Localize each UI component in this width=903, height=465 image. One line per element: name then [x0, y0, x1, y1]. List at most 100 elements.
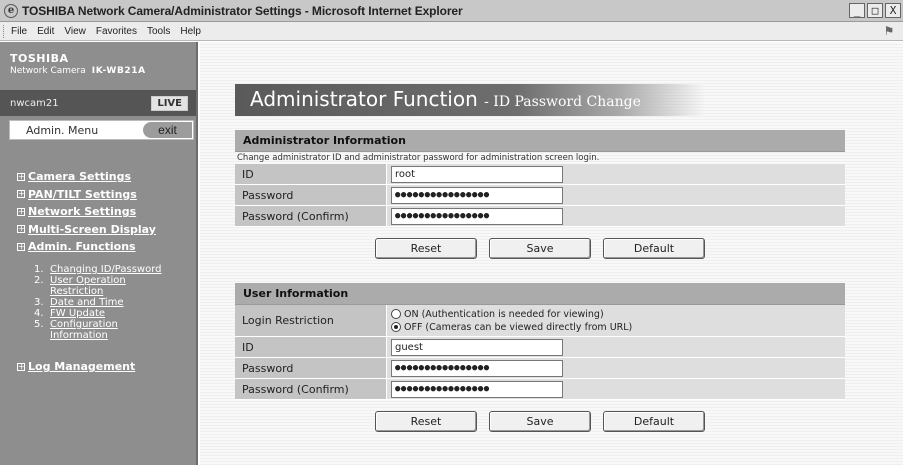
nav-label: Multi-Screen Display: [28, 222, 156, 236]
menu-file[interactable]: File: [11, 26, 27, 37]
radio-on[interactable]: [391, 309, 401, 319]
admin-info-section: Administrator Information Change adminis…: [235, 130, 845, 259]
subnav-user-operation-restriction-cont[interactable]: Restriction: [34, 286, 162, 297]
login-off-option[interactable]: OFF (Cameras can be viewed directly from…: [391, 321, 632, 334]
expand-icon: +: [17, 241, 25, 251]
admin-password-confirm-row: Password (Confirm) ●●●●●●●●●●●●●●●●: [235, 206, 845, 227]
login-restriction-label: Login Restriction: [235, 305, 387, 336]
menu-view[interactable]: View: [64, 26, 86, 37]
user-save-button[interactable]: Save: [489, 411, 591, 432]
menu-favorites[interactable]: Favorites: [96, 26, 137, 37]
main-content: Administrator Function - ID Password Cha…: [200, 42, 903, 465]
exit-button[interactable]: exit: [143, 122, 192, 138]
expand-icon: +: [17, 361, 25, 371]
admin-button-row: Reset Save Default: [235, 238, 845, 259]
nav-multi-screen-display[interactable]: + Multi-Screen Display: [17, 221, 156, 239]
user-reset-button[interactable]: Reset: [375, 411, 477, 432]
user-button-row: Reset Save Default: [235, 411, 845, 432]
user-password-confirm-label: Password (Confirm): [235, 379, 387, 399]
nav-label: Log Management: [28, 360, 136, 374]
nav-log-management-wrap: + Log Management: [17, 358, 135, 376]
ie-logo-icon: e: [4, 3, 18, 18]
brand: TOSHIBA Network Camera IK-WB21A: [0, 42, 196, 76]
page-header: Administrator Function - ID Password Cha…: [235, 84, 705, 116]
admin-id-input[interactable]: root: [391, 165, 563, 183]
user-id-input[interactable]: guest: [391, 338, 563, 356]
user-info-heading: User Information: [235, 283, 845, 305]
nav-admin-functions[interactable]: + Admin. Functions: [17, 238, 156, 256]
admin-id-row: ID root: [235, 164, 845, 185]
windows-flag-icon: ⚑: [883, 24, 895, 38]
radio-off-selected[interactable]: [391, 322, 401, 332]
admin-password-row: Password ●●●●●●●●●●●●●●●●: [235, 185, 845, 206]
subnav-user-operation-restriction[interactable]: 2. User Operation: [34, 275, 162, 286]
admin-password-confirm-input[interactable]: ●●●●●●●●●●●●●●●●: [391, 207, 563, 225]
admin-subnav: 1. Changing ID/Password 2. User Operation …: [34, 264, 162, 341]
minimize-button[interactable]: _: [849, 3, 865, 18]
nav-list: + Camera Settings + PAN/TILT Settings + Net…: [17, 168, 156, 256]
nav-label: Camera Settings: [28, 170, 132, 184]
close-button[interactable]: X: [885, 3, 901, 18]
model-info: Network Camera IK-WB21A: [10, 66, 196, 76]
toolbar-grip[interactable]: [3, 24, 6, 38]
window-title: TOSHIBA Network Camera/Administrator Set…: [22, 3, 463, 18]
admin-password-confirm-label: Password (Confirm): [235, 206, 387, 226]
nav-label: PAN/TILT Settings: [28, 187, 137, 201]
user-id-label: ID: [235, 337, 387, 357]
nav-log-management[interactable]: + Log Management: [17, 358, 135, 376]
subnav-fw-update[interactable]: 4. FW Update: [34, 308, 162, 319]
nav-network-settings[interactable]: + Network Settings: [17, 203, 156, 221]
admin-reset-button[interactable]: Reset: [375, 238, 477, 259]
user-info-section: User Information Login Restriction ON (A…: [235, 283, 845, 432]
page-title-main: Administrator Function: [250, 87, 478, 111]
expand-icon: +: [17, 224, 25, 234]
login-off-label: OFF (Cameras can be viewed directly from…: [404, 321, 633, 333]
expand-icon: +: [17, 189, 25, 199]
admin-menu-label: Admin. Menu: [26, 123, 99, 137]
model-number: IK-WB21A: [91, 66, 146, 76]
subnav-date-and-time[interactable]: 3. Date and Time: [34, 297, 162, 308]
user-password-input[interactable]: ●●●●●●●●●●●●●●●●: [391, 359, 563, 377]
page-title: Administrator Function - ID Password Cha…: [250, 87, 641, 111]
subnav-configuration-information[interactable]: 5. Configuration: [34, 319, 162, 330]
nav-label: Admin. Functions: [28, 240, 136, 254]
camera-row: nwcam21 LIVE: [0, 90, 196, 116]
user-default-button[interactable]: Default: [603, 411, 705, 432]
user-password-confirm-input[interactable]: ●●●●●●●●●●●●●●●●: [391, 380, 563, 398]
user-password-confirm-row: Password (Confirm) ●●●●●●●●●●●●●●●●: [235, 379, 845, 400]
page-subtitle: - ID Password Change: [484, 94, 641, 110]
admin-save-button[interactable]: Save: [489, 238, 591, 259]
menu-tools[interactable]: Tools: [147, 26, 170, 37]
login-on-label: ON (Authentication is needed for viewing…: [404, 308, 604, 320]
admin-menu-bar: Admin. Menu exit: [9, 120, 194, 140]
admin-password-input[interactable]: ●●●●●●●●●●●●●●●●: [391, 186, 563, 204]
subnav-changing-id-password[interactable]: 1. Changing ID/Password: [34, 264, 162, 275]
admin-info-description: Change administrator ID and administrato…: [237, 153, 600, 163]
user-password-label: Password: [235, 358, 387, 378]
maximize-button[interactable]: □: [867, 3, 883, 18]
admin-password-label: Password: [235, 185, 387, 205]
window-controls: _ □ X: [849, 3, 901, 18]
expand-icon: +: [17, 171, 25, 181]
window-titlebar: e TOSHIBA Network Camera/Administrator S…: [0, 0, 903, 22]
login-restriction-row: Login Restriction ON (Authentication is …: [235, 305, 845, 337]
subnav-configuration-information-cont[interactable]: Information: [34, 330, 162, 341]
admin-id-label: ID: [235, 164, 387, 184]
company-name: TOSHIBA: [10, 52, 69, 65]
camera-name: nwcam21: [10, 97, 59, 109]
admin-info-heading: Administrator Information: [235, 130, 845, 152]
expand-icon: +: [17, 206, 25, 216]
admin-default-button[interactable]: Default: [603, 238, 705, 259]
login-on-option[interactable]: ON (Authentication is needed for viewing…: [391, 308, 604, 321]
sidebar: TOSHIBA Network Camera IK-WB21A nwcam21 L…: [0, 42, 198, 465]
nav-camera-settings[interactable]: + Camera Settings: [17, 168, 156, 186]
menu-help[interactable]: Help: [180, 26, 201, 37]
model-label: Network Camera: [10, 66, 86, 76]
menu-bar: File Edit View Favorites Tools Help ⚑: [0, 22, 903, 41]
user-password-row: Password ●●●●●●●●●●●●●●●●: [235, 358, 845, 379]
nav-pan-tilt-settings[interactable]: + PAN/TILT Settings: [17, 186, 156, 204]
menu-edit[interactable]: Edit: [37, 26, 54, 37]
live-button[interactable]: LIVE: [151, 95, 188, 111]
user-id-row: ID guest: [235, 337, 845, 358]
nav-label: Network Settings: [28, 205, 137, 219]
